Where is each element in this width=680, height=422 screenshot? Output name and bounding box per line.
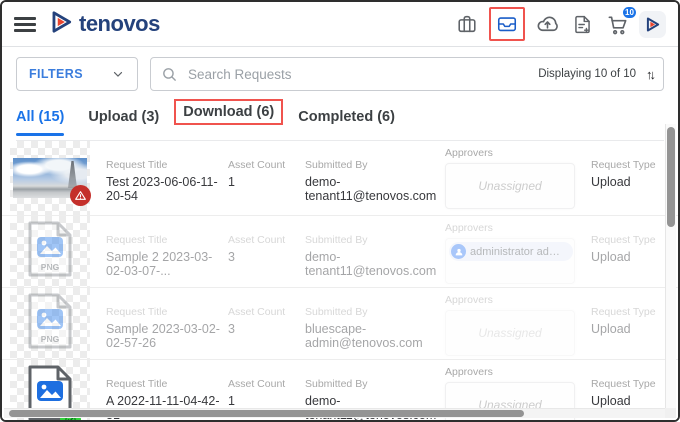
approver-unassigned: Unassigned — [478, 179, 542, 193]
search-input[interactable] — [186, 65, 531, 83]
approvers-label: Approvers — [445, 147, 493, 159]
approvers-label: Approvers — [445, 222, 493, 234]
request-tabs: All (15) Upload (3) Download (6) Complet… — [16, 99, 664, 141]
tab-completed[interactable]: Completed (6) — [298, 109, 395, 135]
request-title-label: Request Title — [106, 306, 168, 318]
approvers-box: Unassigned — [445, 163, 575, 209]
approvers-label: Approvers — [445, 366, 493, 378]
submitted-by-label: Submitted By — [305, 306, 368, 318]
logo-text: tenovos — [79, 11, 160, 36]
asset-count-label: Asset Count — [228, 306, 286, 318]
asset-count-value: 3 — [228, 250, 235, 264]
tab-download[interactable]: Download (6) — [174, 99, 284, 140]
approver-chip[interactable]: administrator adminis... — [449, 242, 573, 261]
thumbnail-cell — [10, 141, 91, 215]
asset-count-value: 1 — [228, 175, 235, 189]
request-title-value: Test 2023-06-06-11-20-54 — [106, 175, 218, 203]
top-bar: tenovos 10 — [2, 2, 678, 47]
document-add-icon[interactable] — [569, 11, 595, 37]
asset-count-label: Asset Count — [228, 159, 286, 171]
cart-count-badge: 10 — [622, 6, 637, 19]
hamburger-menu-icon[interactable] — [14, 16, 36, 32]
svg-text:PNG: PNG — [41, 262, 60, 272]
tenovos-logo-icon — [48, 9, 74, 40]
approver-unassigned: Unassigned — [478, 326, 542, 340]
table-row[interactable]: PNG Request Title Sample 2 2023-03-02-03-… — [2, 215, 678, 287]
briefcase-icon[interactable] — [454, 11, 480, 37]
inbox-icon[interactable] — [494, 11, 520, 37]
tab-upload[interactable]: Upload (3) — [88, 109, 159, 135]
approver-name: administrator adminis... — [470, 245, 566, 258]
filters-dropdown[interactable]: FILTERS — [16, 57, 138, 91]
displaying-count: Displaying 10 of 10 — [538, 68, 636, 80]
tenovos-avatar[interactable] — [639, 10, 666, 38]
request-title-value: Sample 2 2023-03-02-03-07-... — [106, 250, 213, 278]
request-list: Request Title Test 2023-06-06-11-20-54 As… — [2, 141, 678, 420]
asset-count-label: Asset Count — [228, 378, 286, 390]
submitted-by-label: Submitted By — [305, 234, 368, 246]
request-title-label: Request Title — [106, 159, 168, 171]
asset-count-value: 1 — [228, 394, 235, 408]
request-title-label: Request Title — [106, 378, 168, 390]
png-file-icon: PNG — [28, 221, 72, 277]
table-row[interactable]: Request Title Test 2023-06-06-11-20-54 As… — [2, 141, 678, 215]
svg-text:PNG: PNG — [41, 334, 60, 344]
request-title-label: Request Title — [106, 234, 168, 246]
vertical-scrollbar[interactable] — [665, 124, 676, 408]
submitted-by-value: demo-tenant11@tenovos.com — [305, 250, 437, 278]
annotation-highlight-download-tab: Download (6) — [174, 99, 284, 125]
sort-icon[interactable]: ↑↓ — [644, 67, 656, 82]
submitted-by-label: Submitted By — [305, 378, 368, 390]
user-avatar-icon — [451, 244, 466, 259]
toolbar: FILTERS Displaying 10 of 10 ↑↓ — [16, 57, 664, 91]
approvers-label: Approvers — [445, 294, 493, 306]
horizontal-scrollbar[interactable] — [4, 408, 665, 418]
thumbnail-cell: PNG — [10, 216, 90, 287]
request-title-value: Sample 2023-03-02-02-57-26 — [106, 322, 220, 350]
row-content: Request Title Sample 2 2023-03-02-03-07-.… — [90, 216, 678, 287]
search-icon — [163, 67, 176, 81]
tenovos-logo[interactable]: tenovos — [48, 9, 160, 40]
error-badge-icon — [70, 185, 91, 206]
search-bar: Displaying 10 of 10 ↑↓ — [150, 57, 664, 91]
scrollbar-corner — [665, 408, 676, 418]
filters-label: FILTERS — [29, 67, 83, 81]
thumbnail-cell: PNG — [10, 288, 90, 359]
header-icons: 10 — [454, 6, 666, 41]
approvers-box: Unassigned — [445, 310, 575, 356]
annotation-highlight-inbox — [489, 7, 525, 41]
approvers-box: administrator adminis... — [445, 238, 575, 284]
chevron-down-icon — [113, 71, 123, 77]
cloud-upload-icon[interactable] — [534, 11, 560, 37]
png-file-icon: PNG — [28, 293, 72, 349]
submitted-by-label: Submitted By — [305, 159, 368, 171]
asset-count-value: 3 — [228, 322, 235, 336]
submitted-by-value: bluescape-admin@tenovos.com — [305, 322, 423, 350]
horizontal-scrollbar-thumb[interactable] — [9, 410, 524, 417]
vertical-scrollbar-thumb[interactable] — [667, 127, 675, 227]
row-content: Request Title Sample 2023-03-02-02-57-26 … — [90, 288, 678, 359]
tab-all[interactable]: All (15) — [16, 109, 65, 136]
asset-count-label: Asset Count — [228, 234, 286, 246]
app-window: tenovos 10 FILTERS Search Requests Displ… — [0, 0, 680, 422]
row-content: Request Title Test 2023-06-06-11-20-54 As… — [90, 141, 678, 215]
submitted-by-value: demo-tenant11@tenovos.com — [305, 175, 437, 203]
table-row[interactable]: PNG Request Title Sample 2023-03-02-02-57… — [2, 287, 678, 359]
cart-icon[interactable]: 10 — [604, 6, 637, 37]
